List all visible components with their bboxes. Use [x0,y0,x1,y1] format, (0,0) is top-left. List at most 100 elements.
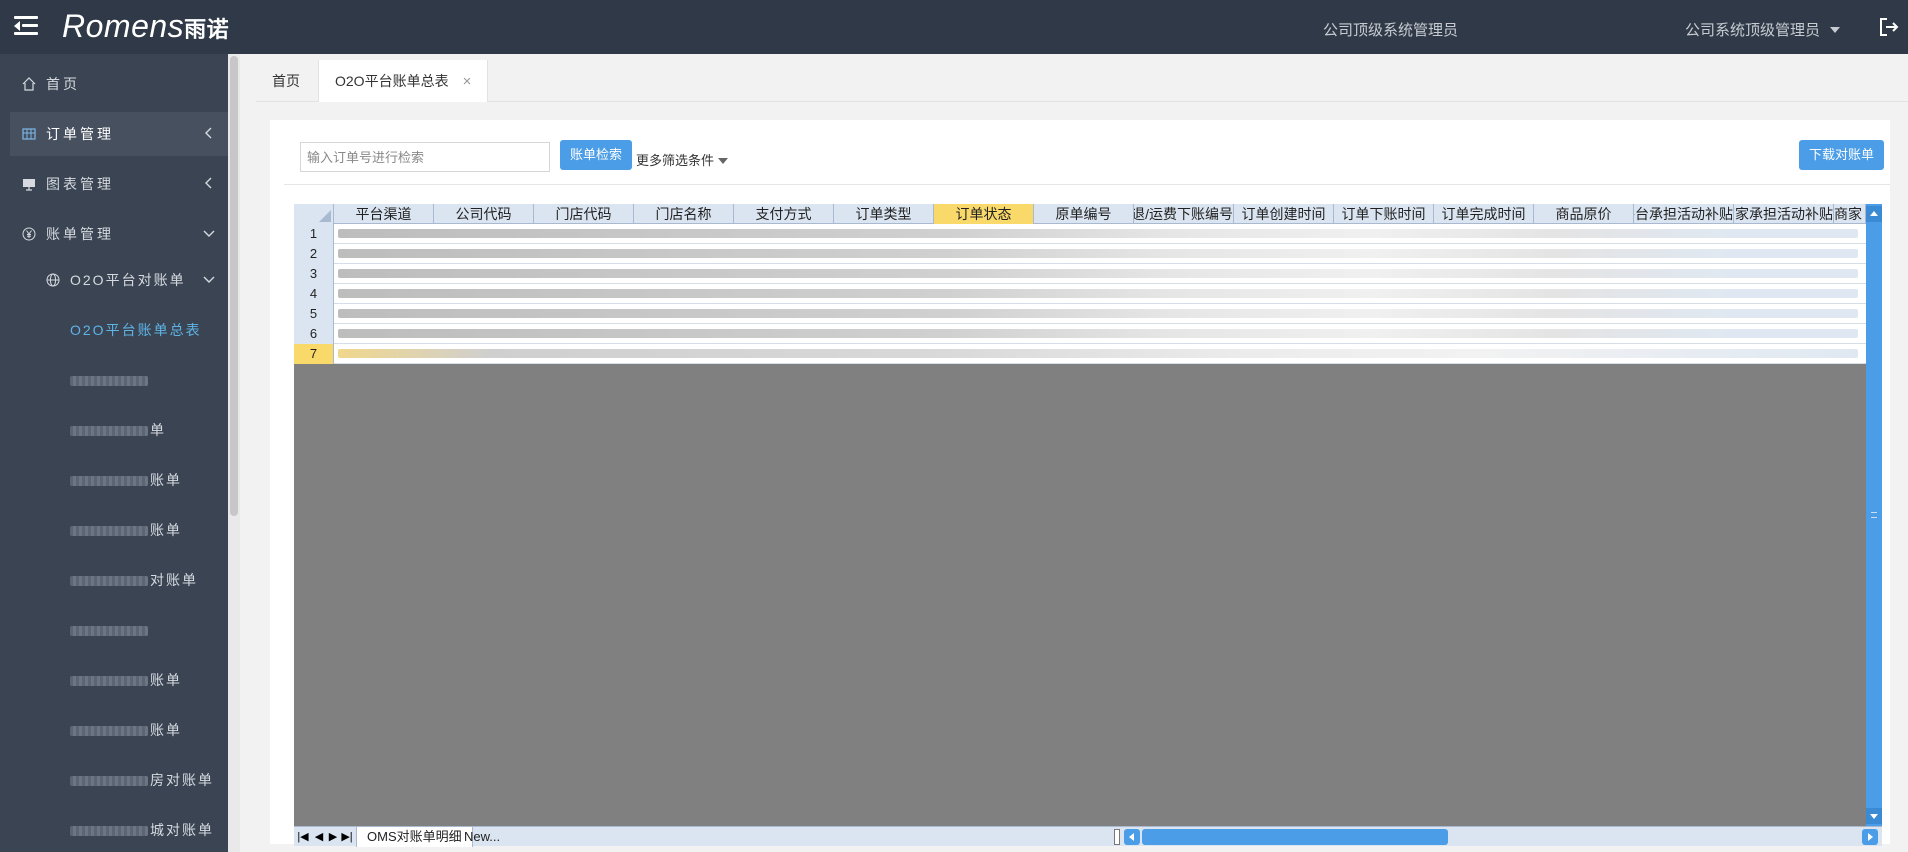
caret-down-icon [1830,27,1840,33]
column-header-selected[interactable]: 订单状态 [934,204,1034,224]
sidebar-leaf[interactable] [70,358,230,402]
order-search-input[interactable] [300,142,550,172]
horizontal-scroll-thumb[interactable] [1142,829,1448,845]
scroll-right-icon[interactable] [1862,829,1878,845]
redacted-text [70,526,148,537]
column-header[interactable]: 平台承担活动补贴 [1634,204,1734,224]
user-menu[interactable]: 公司系统顶级管理员 [1685,19,1840,40]
column-header[interactable]: 订单创建时间 [1234,204,1334,224]
sidebar-scrollbar[interactable] [228,54,240,852]
table-row[interactable]: 1 [294,224,1866,244]
spreadsheet[interactable]: 平台渠道 公司代码 门店代码 门店名称 支付方式 订单类型 订单状态 原单编号 … [294,204,1882,847]
sidebar-item-home[interactable]: 首页 [10,62,230,106]
redacted-text [70,426,148,437]
vertical-scrollbar[interactable] [1866,204,1882,826]
column-header[interactable]: 公司代码 [434,204,534,224]
column-header[interactable]: 原单编号 [1034,204,1134,224]
column-header[interactable]: 订单下账时间 [1334,204,1434,224]
close-icon[interactable]: × [463,61,472,103]
sheet-tab-new[interactable]: New... [454,827,510,847]
row-header[interactable]: 5 [294,304,334,324]
sidebar-leaf[interactable] [70,608,230,652]
sidebar-item-charts[interactable]: 图表管理 [10,162,230,206]
table-row[interactable]: 3 [294,264,1866,284]
logout-icon[interactable] [1878,16,1900,38]
sidebar-leaf-label: 账单 [150,522,182,538]
sidebar-leaf[interactable]: 房对账单 [70,758,230,802]
redacted-row-data [338,249,1858,258]
first-sheet-icon[interactable]: |◀ [296,829,310,845]
column-header[interactable]: 退/运费下账编号 [1134,204,1234,224]
globe-icon [46,273,60,287]
table-row[interactable]: 4 [294,284,1866,304]
column-header[interactable]: 门店名称 [634,204,734,224]
column-header[interactable]: 订单完成时间 [1434,204,1534,224]
column-header[interactable]: 商家承担活动补贴 [1734,204,1834,224]
sidebar-subgroup-o2o[interactable]: O2O平台对账单 [46,258,230,302]
row-header[interactable]: 6 [294,324,334,344]
more-filters-label: 更多筛选条件 [636,153,715,168]
select-all-corner[interactable] [294,204,334,224]
scroll-left-icon[interactable] [1124,829,1140,845]
row-header[interactable]: 4 [294,284,334,304]
scroll-down-icon[interactable] [1866,808,1882,824]
sidebar-item-billing[interactable]: 账单管理 [10,212,230,256]
horizontal-scrollbar[interactable] [1114,829,1880,845]
company-label: 公司顶级系统管理员 [1322,22,1458,39]
row-header[interactable]: 3 [294,264,334,284]
column-header[interactable]: 平台渠道 [334,204,434,224]
tab-home[interactable]: 首页 [256,60,316,102]
sidebar-leaf-o2o-summary[interactable]: O2O平台账单总表 [70,308,230,352]
last-sheet-icon[interactable]: ▶| [340,829,354,845]
tab-label: O2O平台账单总表 [335,73,449,89]
sidebar-leaf[interactable]: 城对账单 [70,808,230,852]
download-statement-button[interactable]: 下载对账单 [1798,140,1884,170]
column-header[interactable]: 支付方式 [734,204,834,224]
sidebar-leaf-label: 账单 [150,722,182,738]
logo: Romens雨诺 [62,8,229,45]
row-header[interactable]: 2 [294,244,334,264]
scroll-grip-icon [1871,512,1877,518]
column-header[interactable]: 商品原价 [1534,204,1634,224]
redacted-text [70,776,148,787]
column-header[interactable]: 订单类型 [834,204,934,224]
column-header[interactable]: 门店代码 [534,204,634,224]
sidebar-item-label: 首页 [46,76,80,92]
home-icon [22,77,36,91]
scroll-up-icon[interactable] [1866,206,1882,222]
tab-label: 首页 [272,73,300,89]
redacted-text [70,676,148,687]
column-header[interactable]: 商家 [1834,204,1866,224]
row-header[interactable]: 1 [294,224,334,244]
sidebar-leaf-label: 账单 [150,672,182,688]
next-sheet-icon[interactable]: ▶ [326,829,340,845]
table-row[interactable]: 2 [294,244,1866,264]
top-bar: Romens雨诺 公司顶级系统管理员 公司系统顶级管理员 [0,0,1908,54]
table-row[interactable]: 6 [294,324,1866,344]
redacted-row-data [338,269,1858,278]
sidebar-leaf[interactable]: 账单 [70,708,230,752]
sidebar-leaf[interactable]: 对账单 [70,558,230,602]
sidebar-item-orders[interactable]: 订单管理 [10,112,230,156]
sidebar-leaf-label: 账单 [150,472,182,488]
sidebar-item-label: 订单管理 [46,126,114,142]
chevron-down-icon [203,230,215,237]
table-row[interactable]: 5 [294,304,1866,324]
prev-sheet-icon[interactable]: ◀ [312,829,326,845]
menu-toggle-icon[interactable] [14,14,40,38]
sidebar-leaf[interactable]: 账单 [70,458,230,502]
bill-search-button[interactable]: 账单检索 [560,140,633,170]
sheet-footer: |◀ ◀ ▶ ▶| OMS对账单明细 New... [294,826,1882,847]
sidebar-leaf[interactable]: 账单 [70,508,230,552]
redacted-row-data [338,349,1858,358]
sidebar-leaf[interactable]: 单 [70,408,230,452]
more-filters-toggle[interactable]: 更多筛选条件 [636,150,729,169]
scroll-splitter[interactable] [1114,829,1120,845]
redacted-text [70,826,148,837]
sidebar-leaf[interactable]: 账单 [70,658,230,702]
tab-o2o-summary[interactable]: O2O平台账单总表 × [318,60,489,103]
table-row-selected[interactable]: 7 [294,344,1866,364]
redacted-text [70,376,148,387]
row-header[interactable]: 7 [294,344,334,364]
sidebar-scroll-thumb[interactable] [230,56,238,516]
